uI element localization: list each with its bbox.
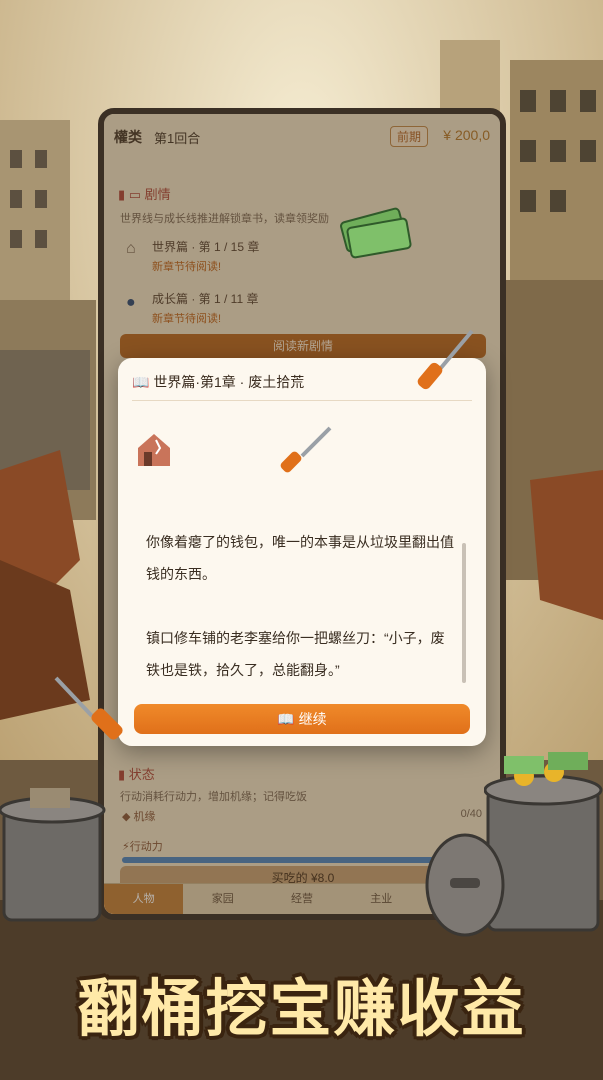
dialog-text: 你像着瘪了的钱包，唯一的本事是从垃圾里翻出值钱的东西。 镇口修车铺的老李塞给你一… (146, 526, 456, 718)
growth-chapter-note: 新章节待阅读! (152, 313, 222, 325)
stage-badge: 前期 (389, 126, 428, 147)
dialog-paragraph: 你像着瘪了的钱包，唯一的本事是从垃圾里翻出值钱的东西。 (146, 534, 454, 582)
money-display: ¥ 200,0 (443, 127, 490, 143)
bolt-icon: ⚡ (122, 841, 130, 853)
world-chapter-note: 新章节待阅读! (152, 261, 222, 273)
game-scene: 權类 第1回合 前期 ¥ 200,0 ▮ ▭ 剧情 世界线与成长线推进解锁章书，… (0, 0, 603, 1080)
dialog-scrollbar[interactable] (462, 543, 466, 683)
status-section-title: ▮ 状态 (118, 767, 155, 782)
tab-character[interactable]: 人物 (104, 884, 184, 914)
world-chapter-label: 世界篇 · 第 1 / 15 章 (152, 240, 260, 254)
house-icon: ⌂ (126, 240, 136, 257)
promo-banner: 翻桶挖宝赚收益 (77, 972, 526, 1045)
screwdriver-icon (54, 676, 123, 740)
tab-home[interactable]: 家园 (183, 884, 262, 914)
dialog-paragraph: 镇口修车铺的老李塞给你一把螺丝刀：“小子，废铁也是铁，拾久了，总能翻身。” (146, 630, 445, 678)
story-desc: 世界线与成长线推进解锁章书，读章领奖励 (120, 213, 329, 225)
energy-label: ⚡行动力 (122, 841, 163, 853)
clan-label: 權类 (114, 129, 142, 145)
book-icon: 📖 (132, 374, 154, 390)
tag-icon: ◆ (122, 811, 134, 823)
luck-label: ◆ 机缘 (122, 811, 156, 823)
tab-business[interactable]: 经营 (262, 884, 341, 914)
trash-lid-icon (425, 833, 505, 937)
continue-button[interactable]: 📖 继续 (134, 704, 470, 734)
person-icon: ● (126, 294, 136, 311)
story-dialog: 📖 世界篇·第1章 · 废土拾荒 你像着瘪了的钱包，唯一的本事是从垃圾里翻出值钱… (118, 358, 486, 746)
cash-stack-icon (340, 207, 412, 259)
book-icon: ▮ ▭ (118, 187, 145, 202)
ruined-house-icon (138, 434, 170, 466)
screwdriver-icon (280, 426, 332, 473)
top-bar: 權类 第1回合 前期 ¥ 200,0 (104, 114, 500, 160)
status-icon: ▮ (118, 767, 129, 782)
story-section-title: ▮ ▭ 剧情 (118, 187, 171, 202)
dialog-title: 📖 世界篇·第1章 · 废土拾荒 (132, 374, 305, 390)
round-label: 第1回合 (154, 130, 201, 146)
book-icon: 📖 (277, 711, 299, 727)
energy-bar-fill (122, 857, 448, 863)
trash-can-left-icon (0, 788, 106, 922)
tab-main-job[interactable]: 主业 (342, 884, 421, 914)
growth-chapter-label: 成长篇 · 第 1 / 11 章 (152, 292, 259, 306)
luck-value: 0/40 (460, 808, 482, 820)
screwdriver-icon (417, 329, 474, 390)
status-desc: 行动消耗行动力，增加机缘；记得吃饭 (120, 791, 307, 803)
